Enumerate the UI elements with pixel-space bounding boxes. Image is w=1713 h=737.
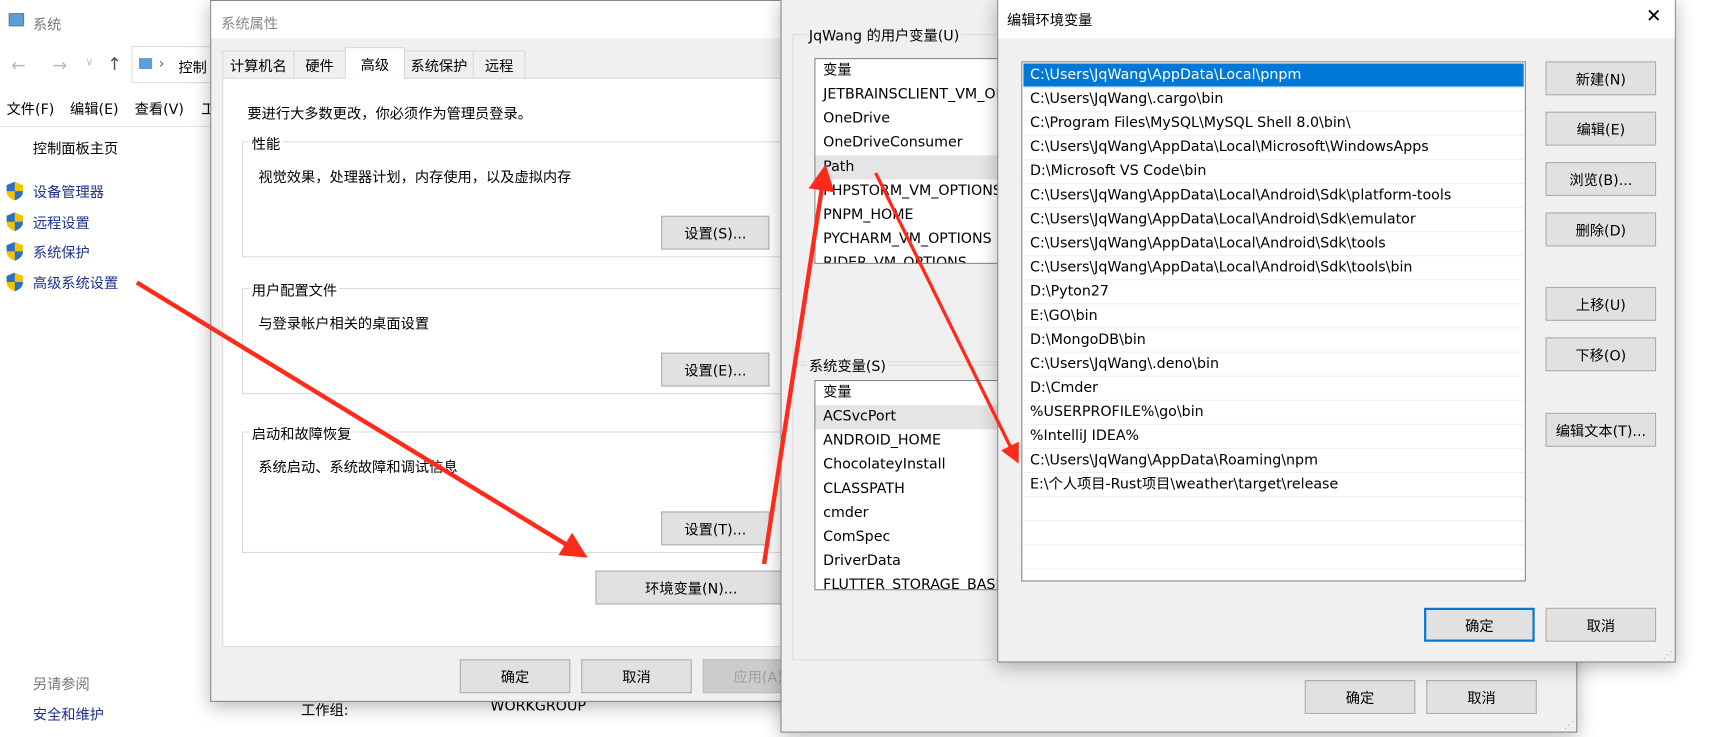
arrow-to-new-path [874, 172, 1019, 464]
desktop: 系统 ← → ∨ ↑ › 控制 文件(F) 编辑(E) 查看(V) 工 控制面板… [0, 0, 1713, 737]
tab-label: 高级 [360, 57, 390, 74]
arrow-to-path-var [761, 164, 835, 565]
arrow-to-env-button [135, 280, 588, 558]
annotation-arrows [135, 164, 1019, 565]
tab-advanced[interactable]: 高级 [344, 47, 406, 79]
